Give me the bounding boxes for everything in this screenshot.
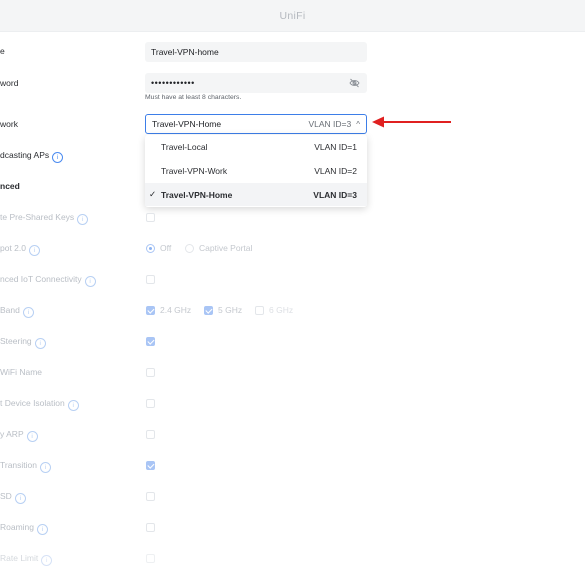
uapsd-checkbox[interactable]	[146, 492, 155, 501]
name-value: Travel-VPN-home	[151, 47, 219, 57]
top-bar: UniFi	[0, 0, 585, 32]
band-24-checkbox[interactable]	[146, 306, 155, 315]
proxy-arp-checkbox[interactable]	[146, 430, 155, 439]
network-option-travel-local[interactable]: Travel-Local VLAN ID=1	[145, 135, 367, 158]
label-name: e	[0, 46, 5, 56]
label-multicast: Rate Limit i	[0, 552, 140, 566]
band-6-checkbox[interactable]	[255, 306, 264, 315]
info-icon[interactable]: i	[52, 152, 64, 163]
band-24-label: 2.4 GHz	[160, 305, 192, 315]
info-icon[interactable]: i	[22, 307, 34, 318]
info-icon[interactable]: i	[84, 276, 96, 287]
eye-off-icon[interactable]	[349, 78, 360, 88]
password-hint: Must have at least 8 characters.	[145, 94, 242, 101]
label-client-isolation: t Device Isolation i	[0, 397, 140, 411]
password-input[interactable]: ••••••••••••	[145, 73, 367, 93]
info-icon[interactable]: i	[40, 462, 52, 473]
label-password: word	[0, 78, 19, 88]
fast-roaming-checkbox[interactable]	[146, 523, 155, 532]
hide-wifi-checkbox[interactable]	[146, 368, 155, 377]
info-icon[interactable]: i	[29, 245, 40, 256]
label-hide-wifi: WiFi Name	[0, 367, 43, 377]
band-steering-checkbox[interactable]	[146, 337, 155, 346]
band-5-label: 5 GHz	[218, 305, 243, 315]
iot-checkbox[interactable]	[146, 275, 155, 284]
info-icon[interactable]: i	[77, 214, 89, 225]
app-title: UniFi	[279, 9, 306, 22]
info-icon[interactable]: i	[26, 431, 38, 442]
network-option-travel-vpn-work[interactable]: Travel-VPN-Work VLAN ID=2	[145, 159, 367, 182]
label-proxy-arp: y ARP i	[0, 428, 140, 442]
hotspot-off-radio[interactable]	[146, 244, 155, 253]
band-5-checkbox[interactable]	[204, 306, 213, 315]
info-icon[interactable]: i	[67, 400, 79, 411]
bss-transition-checkbox[interactable]	[146, 461, 155, 470]
red-arrow-annotation	[372, 116, 451, 128]
password-value: ••••••••••••	[151, 78, 195, 88]
hotspot-captive-label: Captive Portal	[199, 243, 253, 253]
label-band: Band i	[0, 304, 140, 318]
label-hotspot: pot 2.0 i	[0, 242, 140, 256]
label-fast-roaming: Roaming i	[0, 521, 140, 535]
network-selected-label: Travel-VPN-Home	[152, 119, 222, 129]
multicast-checkbox[interactable]	[146, 554, 155, 563]
hotspot-captive-radio[interactable]	[185, 244, 194, 253]
name-input[interactable]: Travel-VPN-home	[145, 42, 367, 62]
info-icon[interactable]: i	[41, 555, 53, 566]
info-icon[interactable]: i	[34, 338, 46, 349]
label-uapsd: SD i	[0, 490, 140, 504]
check-icon: ✓	[149, 189, 157, 199]
label-bss-transition: Transition i	[0, 459, 140, 473]
info-icon[interactable]: i	[14, 493, 26, 504]
section-advanced: nced	[0, 181, 20, 191]
chevron-up-icon: ^	[356, 119, 360, 129]
network-option-travel-vpn-home[interactable]: ✓ Travel-VPN-Home VLAN ID=3	[145, 183, 367, 206]
info-icon[interactable]: i	[37, 524, 49, 535]
label-iot: nced IoT Connectivity i	[0, 273, 140, 287]
label-network: work	[0, 119, 18, 129]
label-broadcasting-aps: dcasting APs i	[0, 149, 140, 163]
client-isolation-checkbox[interactable]	[146, 399, 155, 408]
band-6-label: 6 GHz	[269, 305, 294, 315]
private-keys-checkbox[interactable]	[146, 213, 155, 222]
network-select[interactable]: Travel-VPN-Home VLAN ID=3 ^	[145, 114, 367, 134]
label-private-keys: te Pre-Shared Keys i	[0, 211, 140, 225]
network-dropdown: Travel-Local VLAN ID=1 Travel-VPN-Work V…	[145, 135, 367, 207]
hotspot-off-label: Off	[160, 243, 172, 253]
network-selected-vlan: VLAN ID=3	[308, 119, 352, 129]
label-band-steering: Steering i	[0, 335, 140, 349]
